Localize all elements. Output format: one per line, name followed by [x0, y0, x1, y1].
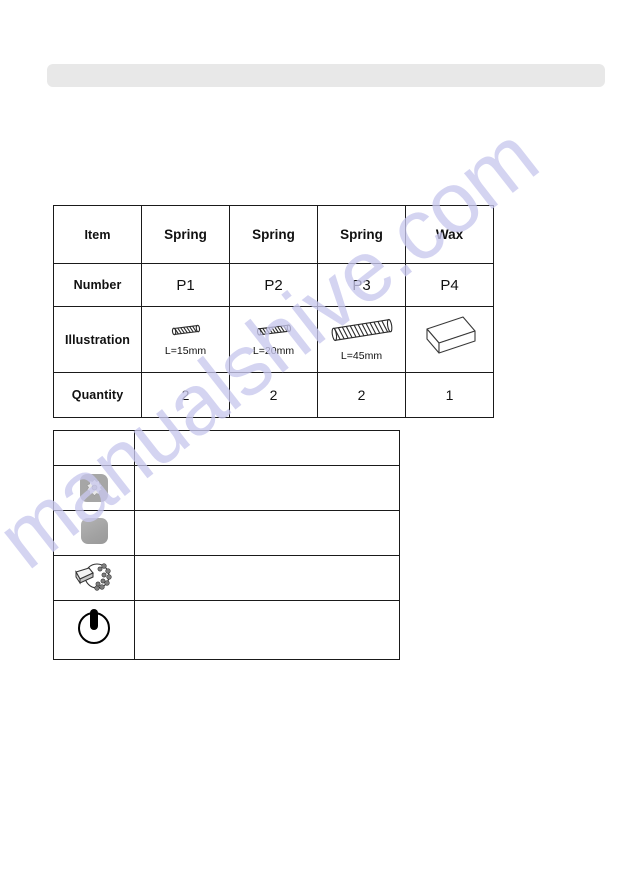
illustration-length-p3: L=45mm	[340, 349, 383, 362]
cell-illustration-p1: L=15mm	[141, 306, 230, 373]
legend-icon-cell-power	[53, 600, 135, 660]
table-row-number: Number P1 P2 P3 P4	[53, 263, 494, 307]
table-row-item: Item Spring Spring Spring Wax	[53, 205, 494, 264]
cell-illustration-p2: L=20mm	[229, 306, 318, 373]
parts-table: Item Spring Spring Spring Wax Number P1 …	[53, 205, 494, 418]
legend-row-plain-button	[53, 510, 400, 556]
rounded-square-button-icon	[80, 517, 108, 544]
cell-illustration-p3: L=45mm	[317, 306, 406, 373]
cell-number-p4: P4	[405, 263, 494, 307]
spring-coil-icon	[169, 322, 203, 343]
cell-item-p1: Spring	[141, 205, 230, 264]
header-bar	[47, 64, 605, 87]
cell-item-p3: Spring	[317, 205, 406, 264]
cell-quantity-p1: 2	[141, 372, 230, 418]
legend-row-knob	[53, 465, 400, 511]
cell-item-p4: Wax	[405, 205, 494, 264]
table-row-quantity: Quantity 2 2 2 1	[53, 372, 494, 418]
spring-coil-icon	[254, 322, 294, 343]
legend-row-gear-tool	[53, 555, 400, 601]
cell-quantity-p4: 1	[405, 372, 494, 418]
legend-desc-cell-empty	[134, 430, 400, 466]
illustration-length-p1: L=15mm	[164, 344, 207, 357]
legend-desc-cell-knob	[134, 465, 400, 511]
legend-row-power	[53, 600, 400, 660]
legend-icon-cell-empty	[53, 430, 135, 466]
legend-icon-cell-gear	[53, 555, 135, 601]
flower-knob-button-icon	[80, 473, 108, 502]
row-label-illustration: Illustration	[53, 306, 142, 373]
legend-table	[53, 430, 400, 660]
row-label-quantity: Quantity	[53, 372, 142, 418]
legend-row-header	[53, 430, 400, 466]
legend-icon-cell-knob	[53, 465, 135, 511]
legend-icon-cell-plain	[53, 510, 135, 556]
cell-illustration-p4	[405, 306, 494, 373]
row-label-number: Number	[53, 263, 142, 307]
wax-block-icon	[419, 313, 481, 364]
cell-number-p1: P1	[141, 263, 230, 307]
cell-number-p3: P3	[317, 263, 406, 307]
cell-item-p2: Spring	[229, 205, 318, 264]
cell-quantity-p3: 2	[317, 372, 406, 418]
manual-page: manualshive.com Item Spring Spring Sprin…	[0, 0, 629, 893]
table-row-illustration: Illustration L=15mm L=20mm L=45mm	[53, 306, 494, 373]
power-switch-icon	[78, 608, 110, 644]
legend-desc-cell-plain	[134, 510, 400, 556]
cell-number-p2: P2	[229, 263, 318, 307]
illustration-length-p2: L=20mm	[252, 344, 295, 357]
cell-quantity-p2: 2	[229, 372, 318, 418]
legend-desc-cell-gear	[134, 555, 400, 601]
spring-coil-icon	[328, 317, 396, 348]
row-label-item: Item	[53, 205, 142, 264]
legend-desc-cell-power	[134, 600, 400, 660]
gear-tool-icon	[73, 559, 115, 593]
